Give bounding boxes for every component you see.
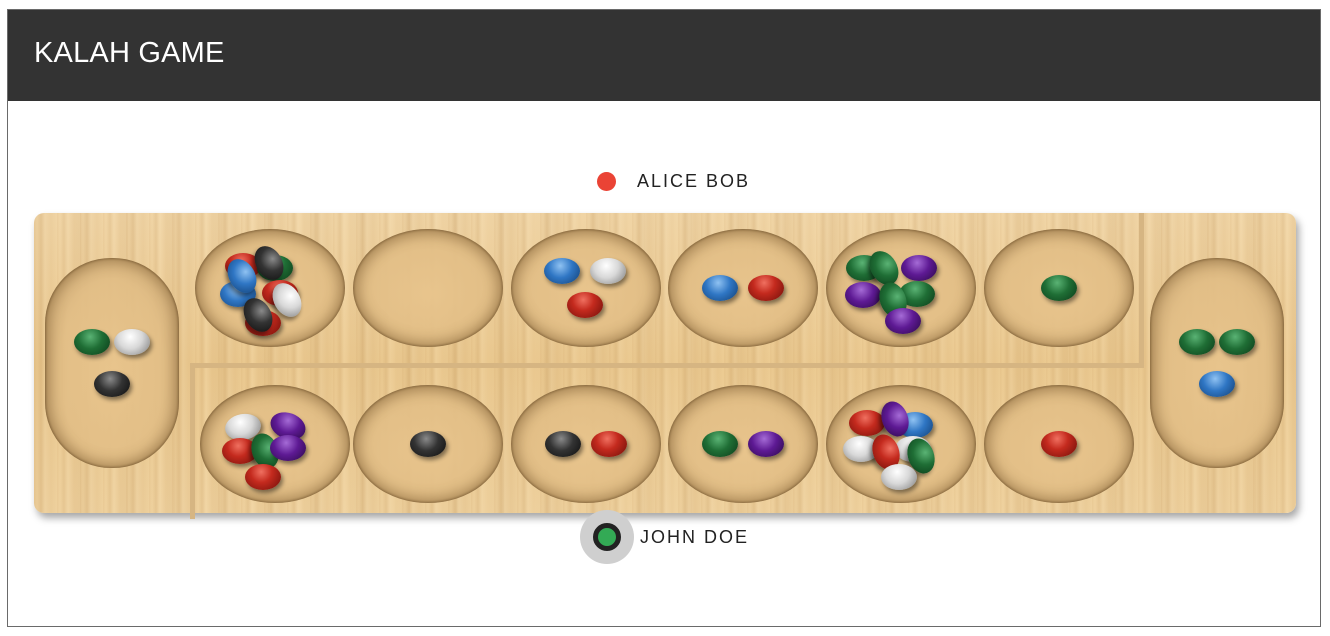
red-stone	[1041, 431, 1077, 457]
purple-stone	[845, 282, 881, 308]
green-stone	[74, 329, 110, 355]
black-stone	[410, 431, 446, 457]
purple-stone	[901, 255, 937, 281]
turn-indicator	[580, 510, 634, 564]
player-bottom-name: JOHN DOE	[640, 526, 750, 547]
player-bottom: JOHN DOE	[580, 510, 750, 564]
board-divider-horizontal	[190, 363, 1144, 368]
pit-bottom[interactable]	[353, 385, 503, 503]
pit-bottom[interactable]	[511, 385, 661, 503]
player-top: ALICE BOB	[590, 161, 750, 201]
green-stone	[1219, 329, 1255, 355]
pit-top[interactable]	[668, 229, 818, 347]
pit-bottom[interactable]	[984, 385, 1134, 503]
app-title: KALAH GAME	[34, 37, 225, 69]
pit-top[interactable]	[826, 229, 976, 347]
player-top-name: ALICE BOB	[637, 170, 751, 191]
white-stone	[114, 329, 150, 355]
pit-bottom[interactable]	[200, 385, 350, 503]
purple-stone	[270, 435, 306, 461]
purple-stone	[885, 308, 921, 334]
pit-top[interactable]	[353, 229, 503, 347]
green-stone	[702, 431, 738, 457]
pit-top[interactable]	[984, 229, 1134, 347]
pit-top[interactable]	[195, 229, 345, 347]
board-divider-right	[1139, 213, 1144, 368]
red-stone	[245, 464, 281, 490]
player-color-dot	[597, 171, 616, 191]
red-stone	[567, 292, 603, 318]
white-stone	[881, 464, 917, 490]
purple-stone	[748, 431, 784, 457]
red-stone	[748, 275, 784, 301]
board-divider-left	[190, 363, 195, 519]
green-stone	[1179, 329, 1215, 355]
kalah-board	[34, 213, 1296, 519]
pit-bottom[interactable]	[826, 385, 976, 503]
store-left	[45, 258, 179, 468]
white-stone	[590, 258, 626, 284]
app-bar: KALAH GAME	[8, 10, 1320, 101]
red-stone	[849, 410, 885, 436]
red-stone	[591, 431, 627, 457]
blue-stone	[702, 275, 738, 301]
pit-bottom[interactable]	[668, 385, 818, 503]
black-stone	[94, 371, 130, 397]
green-stone	[1041, 275, 1077, 301]
turn-indicator-dot	[593, 523, 621, 551]
blue-stone	[544, 258, 580, 284]
blue-stone	[1199, 371, 1235, 397]
store-right	[1150, 258, 1284, 468]
pit-top[interactable]	[511, 229, 661, 347]
black-stone	[545, 431, 581, 457]
